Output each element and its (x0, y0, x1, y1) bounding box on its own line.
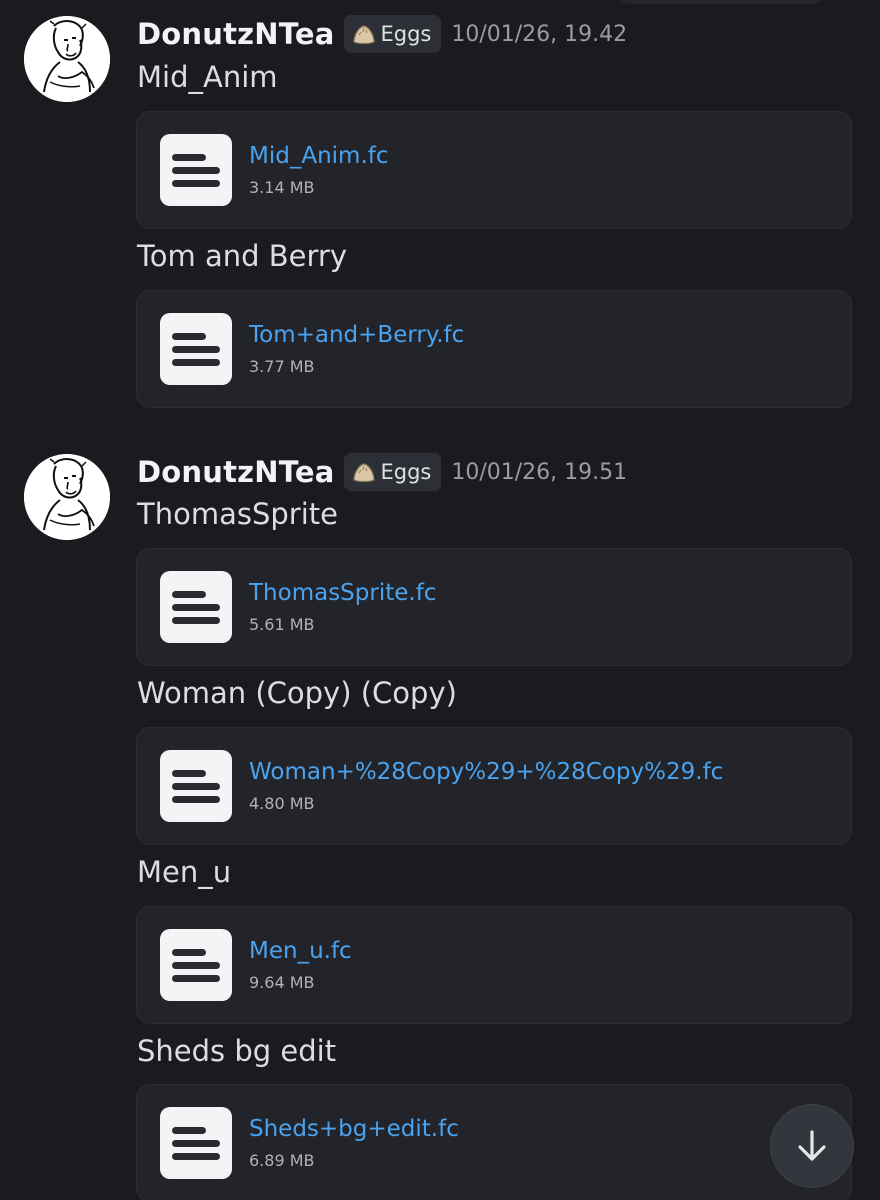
document-lines-icon (160, 571, 232, 643)
file-name-link[interactable]: Men_u.fc (249, 938, 352, 964)
file-size: 3.14 MB (249, 178, 315, 197)
file-name-link[interactable]: ThomasSprite.fc (249, 580, 436, 606)
avatar-sketch-icon (24, 16, 110, 102)
message-header: DonutzNTea Eggs 10/01/26, 19.51 (137, 452, 627, 492)
file-name-link[interactable]: Sheds+bg+edit.fc (249, 1116, 459, 1142)
file-size: 6.89 MB (249, 1151, 315, 1170)
role-name: Eggs (380, 22, 432, 46)
username[interactable]: DonutzNTea (137, 455, 334, 489)
file-attachment[interactable]: Woman+%28Copy%29+%28Copy%29.fc 4.80 MB (136, 727, 852, 845)
message-text: Tom and Berry (137, 239, 348, 273)
role-tag[interactable]: Eggs (344, 453, 442, 491)
file-attachment[interactable]: Sheds+bg+edit.fc 6.89 MB (136, 1084, 852, 1200)
file-attachment[interactable]: Mid_Anim.fc 3.14 MB (136, 111, 852, 229)
dumpling-icon (353, 463, 376, 483)
document-lines-icon (160, 313, 232, 385)
file-size: 4.80 MB (249, 794, 315, 813)
document-lines-icon (160, 750, 232, 822)
document-lines-icon (160, 134, 232, 206)
chat-viewport: DonutzNTea Eggs 10/01/26, 19.42 Mid_Anim… (0, 0, 880, 1200)
file-attachment[interactable]: Men_u.fc 9.64 MB (136, 906, 852, 1024)
file-name-link[interactable]: Mid_Anim.fc (249, 143, 389, 169)
avatar[interactable] (24, 16, 110, 102)
file-attachment[interactable]: ThomasSprite.fc 5.61 MB (136, 548, 852, 666)
file-size: 5.61 MB (249, 615, 315, 634)
new-messages-pill[interactable] (615, 0, 827, 4)
username[interactable]: DonutzNTea (137, 17, 334, 51)
message-text: Men_u (137, 855, 232, 889)
role-name: Eggs (380, 460, 432, 484)
file-name-link[interactable]: Woman+%28Copy%29+%28Copy%29.fc (249, 759, 723, 785)
file-name-link[interactable]: Tom+and+Berry.fc (249, 322, 464, 348)
arrow-down-icon (798, 1130, 826, 1161)
message-text: Woman (Copy) (Copy) (137, 676, 457, 710)
dumpling-icon (353, 25, 376, 45)
jump-to-bottom-button[interactable] (770, 1104, 854, 1188)
document-lines-icon (160, 929, 232, 1001)
message-text: Mid_Anim (137, 60, 278, 94)
file-attachment[interactable]: Tom+and+Berry.fc 3.77 MB (136, 290, 852, 408)
timestamp: 10/01/26, 19.42 (451, 21, 628, 47)
file-size: 3.77 MB (249, 357, 315, 376)
document-lines-icon (160, 1107, 232, 1179)
message-text: Sheds bg edit (137, 1034, 337, 1068)
message-text: ThomasSprite (137, 497, 338, 531)
message-header: DonutzNTea Eggs 10/01/26, 19.42 (137, 14, 627, 54)
role-tag[interactable]: Eggs (344, 15, 442, 53)
avatar-sketch-icon (24, 454, 110, 540)
timestamp: 10/01/26, 19.51 (451, 459, 628, 485)
avatar[interactable] (24, 454, 110, 540)
file-size: 9.64 MB (249, 973, 315, 992)
